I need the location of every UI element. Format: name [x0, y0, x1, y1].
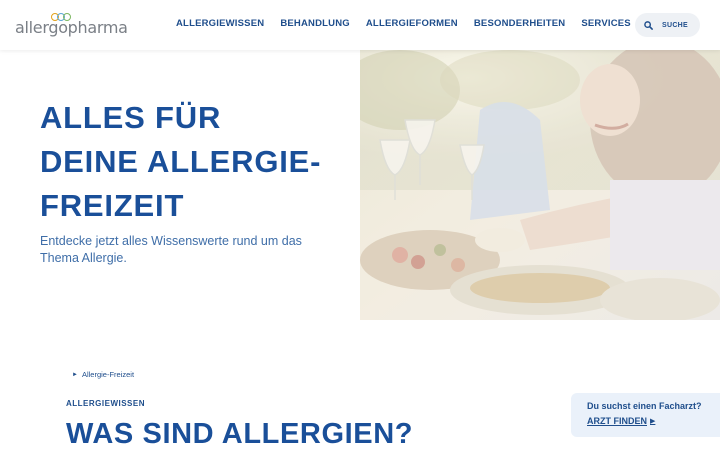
search-label: SUCHE: [662, 21, 689, 29]
section-eyebrow: ALLERGIEWISSEN: [66, 399, 146, 408]
hero-title: ALLES FÜR DEINE ALLERGIE- FREIZEIT: [40, 96, 340, 228]
hero-image: [360, 50, 720, 320]
logo-text: allergopharma: [15, 18, 128, 37]
find-doctor-link[interactable]: ARZT FINDEN ▶: [587, 416, 655, 426]
breadcrumb-arrow-icon: ►: [72, 371, 78, 378]
section-title: WAS SIND ALLERGIEN?: [66, 418, 414, 450]
search-button[interactable]: SUCHE: [635, 13, 700, 37]
nav-item-allergiewissen[interactable]: ALLERGIEWISSEN: [176, 18, 264, 29]
search-icon: [644, 20, 653, 30]
breadcrumb-current[interactable]: Allergie-Freizeit: [82, 370, 134, 379]
main-navigation: ALLERGIEWISSEN BEHANDLUNG ALLERGIEFORMEN…: [176, 18, 647, 29]
hero-title-line: ALLES FÜR: [40, 100, 222, 135]
chevron-right-icon: ▶: [650, 418, 656, 425]
hero-title-line: DEINE ALLERGIE-: [40, 144, 322, 179]
breadcrumb: ► Allergie-Freizeit: [72, 370, 134, 379]
logo-rings-icon: [51, 13, 71, 23]
hero-subtitle: Entdecke jetzt alles Wissenswerte rund u…: [40, 234, 302, 265]
nav-item-allergieformen[interactable]: ALLERGIEFORMEN: [366, 18, 458, 29]
nav-item-behandlung[interactable]: BEHANDLUNG: [280, 18, 350, 29]
hero-title-line: FREIZEIT: [40, 188, 185, 223]
find-doctor-label: ARZT FINDEN: [587, 416, 647, 426]
people-eating-outdoors-photo: [360, 50, 720, 320]
nav-item-besonderheiten[interactable]: BESONDERHEITEN: [474, 18, 565, 29]
nav-item-services[interactable]: SERVICES: [581, 18, 630, 29]
brand-logo[interactable]: allergopharma: [15, 13, 128, 37]
site-header: allergopharma ALLERGIEWISSEN BEHANDLUNG …: [0, 0, 720, 50]
doctor-finder-panel: Du suchst einen Facharzt? ARZT FINDEN ▶: [571, 393, 720, 437]
doctor-finder-question: Du suchst einen Facharzt?: [587, 401, 702, 411]
